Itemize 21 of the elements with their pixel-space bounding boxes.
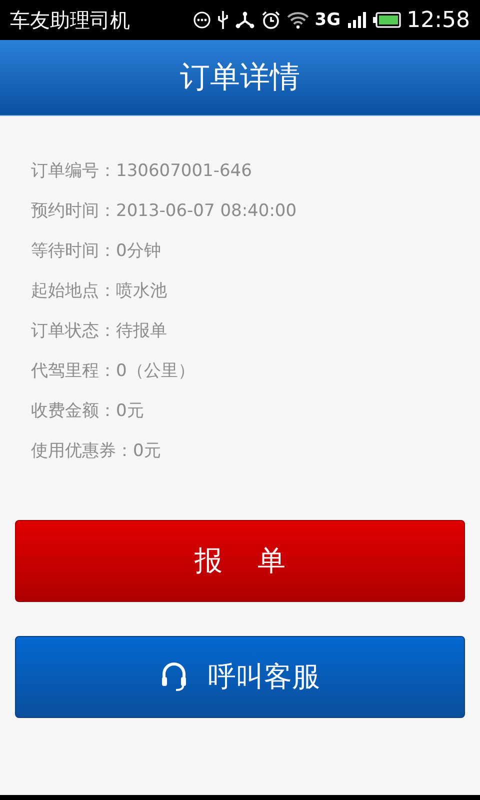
- detail-text: 收费金额：0元: [31, 400, 145, 423]
- call-support-button[interactable]: 呼叫客服: [15, 636, 465, 718]
- app-name: 车友助理司机: [10, 6, 131, 34]
- wifi-icon: [286, 11, 309, 29]
- notification-icon: [192, 11, 211, 29]
- detail-text: 订单状态：待报单: [31, 320, 168, 343]
- detail-text: 预约时间：2013-06-07 08:40:00: [31, 200, 298, 223]
- headset-icon: [160, 661, 188, 693]
- signal-icon: [346, 12, 367, 28]
- network-type: 3G: [314, 10, 341, 30]
- detail-text: 使用优惠券：0元: [31, 440, 162, 463]
- detail-text: 订单编号：130607001-646: [31, 160, 253, 183]
- detail-text: 等待时间：0分钟: [31, 240, 162, 263]
- alarm-icon: [260, 10, 281, 30]
- report-button[interactable]: 报 单: [15, 520, 465, 602]
- battery-icon: [372, 12, 401, 28]
- detail-text: 代驾里程：0（公里）: [31, 360, 196, 383]
- detail-text: 起始地点：喷水池: [31, 280, 168, 303]
- screen-title: 订单详情: [180, 59, 300, 97]
- clock: 12:58: [406, 8, 470, 32]
- share-icon: [234, 11, 255, 29]
